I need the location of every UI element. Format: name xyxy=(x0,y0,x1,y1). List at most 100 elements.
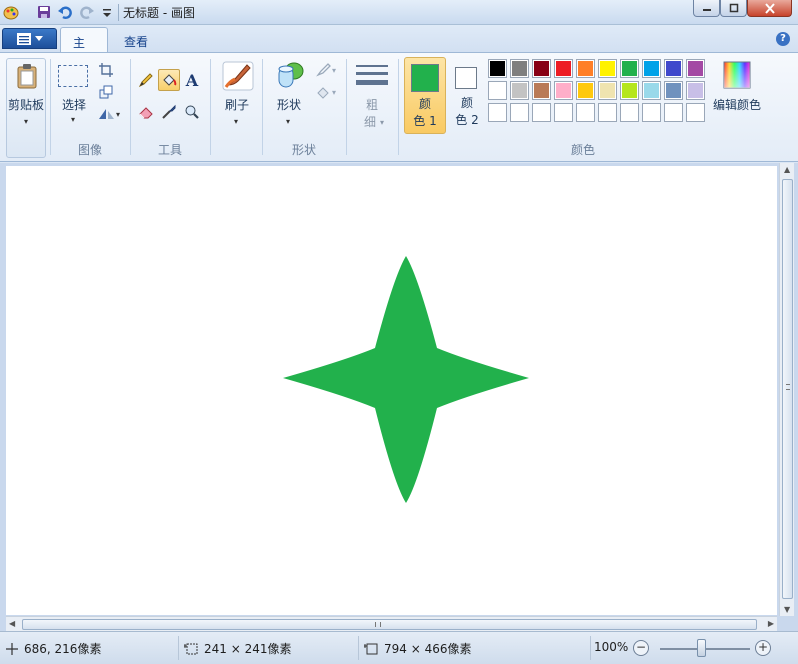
scroll-left-icon[interactable]: ◀ xyxy=(9,619,15,628)
palette-swatch[interactable] xyxy=(576,81,595,100)
crop-button[interactable] xyxy=(95,59,117,81)
swatch-color xyxy=(578,61,593,76)
status-bar: 686, 216像素 241 × 241像素 794 × 466像素 100% … xyxy=(0,631,798,664)
color2-button[interactable]: 颜 色 2 xyxy=(448,57,486,134)
minimize-icon xyxy=(702,9,711,11)
clipboard-group: 剪贴板 ▾ xyxy=(0,53,48,161)
image-size: 794 × 466像素 xyxy=(364,640,472,657)
palette-swatch[interactable] xyxy=(488,59,507,78)
rotate-button[interactable]: ▾ xyxy=(95,103,123,125)
scroll-right-icon[interactable]: ▶ xyxy=(768,619,774,628)
vertical-scroll-thumb[interactable] xyxy=(782,179,793,599)
customize-toolbar-icon[interactable] xyxy=(99,4,115,20)
menu-icon xyxy=(16,32,31,45)
select-label: 选择 xyxy=(61,98,86,112)
shapes-group-label: 形状 xyxy=(291,143,316,157)
paste-button[interactable]: 剪贴板 ▾ xyxy=(6,58,46,158)
paint-app-icon[interactable] xyxy=(3,4,19,20)
image-size-icon xyxy=(364,643,378,654)
drawing-canvas[interactable] xyxy=(6,166,777,615)
palette-swatch[interactable] xyxy=(576,103,595,122)
palette-swatch[interactable] xyxy=(576,59,595,78)
text-button[interactable]: A xyxy=(181,69,203,91)
paint-window: 无标题 - 画图 主页 查看 ? 剪贴板 xyxy=(0,0,798,664)
text-tool-icon: A xyxy=(185,70,199,90)
pencil-button[interactable] xyxy=(135,69,157,91)
swatch-color xyxy=(600,105,615,120)
palette-swatch[interactable] xyxy=(664,103,683,122)
zoom-out-button[interactable]: − xyxy=(633,640,649,656)
palette-swatch[interactable] xyxy=(554,103,573,122)
palette-swatch[interactable] xyxy=(686,59,705,78)
palette-swatch[interactable] xyxy=(598,103,617,122)
color-picker-button[interactable] xyxy=(158,101,180,123)
magnifier-button[interactable] xyxy=(181,101,203,123)
palette-swatch[interactable] xyxy=(554,81,573,100)
palette-swatch[interactable] xyxy=(620,59,639,78)
color1-label-line1: 颜 xyxy=(418,97,431,111)
shapes-button[interactable]: 形状 ▾ xyxy=(267,59,311,131)
image-size-text: 794 × 466像素 xyxy=(384,642,472,656)
cursor-position: 686, 216像素 xyxy=(6,640,101,657)
save-icon[interactable] xyxy=(36,4,52,20)
palette-swatch[interactable] xyxy=(642,59,661,78)
palette-swatch[interactable] xyxy=(620,103,639,122)
scroll-up-icon[interactable]: ▲ xyxy=(784,165,790,174)
palette-swatch[interactable] xyxy=(686,103,705,122)
palette-swatch[interactable] xyxy=(642,103,661,122)
palette-swatch[interactable] xyxy=(642,81,661,100)
scroll-down-icon[interactable]: ▼ xyxy=(784,605,790,614)
palette-swatch[interactable] xyxy=(488,81,507,100)
zoom-slider-thumb[interactable] xyxy=(697,639,706,657)
redo-icon[interactable] xyxy=(79,4,95,20)
shapes-icon xyxy=(278,62,304,88)
palette-swatch[interactable] xyxy=(488,103,507,122)
undo-icon[interactable] xyxy=(57,4,73,20)
palette-swatch[interactable] xyxy=(510,59,529,78)
palette-swatch[interactable] xyxy=(532,81,551,100)
close-button[interactable] xyxy=(747,0,792,17)
colors-group: 颜 色 1 颜 色 2 编辑颜色 颜色 xyxy=(399,53,767,161)
color1-button[interactable]: 颜 色 1 xyxy=(404,57,446,134)
zoom-in-button[interactable]: + xyxy=(755,640,771,656)
maximize-button[interactable] xyxy=(720,0,747,17)
palette-swatch[interactable] xyxy=(664,59,683,78)
tab-home[interactable]: 主页 xyxy=(60,27,108,67)
tab-view[interactable]: 查看 xyxy=(112,27,162,52)
fill-button[interactable] xyxy=(158,69,180,91)
swatch-color xyxy=(644,105,659,120)
resize-button[interactable] xyxy=(95,81,117,103)
brushes-dropdown-icon: ▾ xyxy=(234,117,239,126)
outline-button[interactable]: ▾ xyxy=(311,59,341,81)
palette-swatch[interactable] xyxy=(620,81,639,100)
pencil-icon xyxy=(138,73,153,88)
palette-swatch[interactable] xyxy=(664,81,683,100)
paint-menu-button[interactable] xyxy=(2,28,57,49)
minimize-button[interactable] xyxy=(693,0,720,17)
tools-group-label: 工具 xyxy=(157,143,182,157)
palette-swatch[interactable] xyxy=(532,103,551,122)
brushes-button[interactable]: 刷子 ▾ xyxy=(215,59,259,131)
help-icon[interactable]: ? xyxy=(776,32,790,46)
horizontal-scrollbar[interactable]: ◀ ▶ xyxy=(6,616,777,631)
window-title: 无标题 - 画图 xyxy=(123,6,195,20)
eraser-button[interactable] xyxy=(135,101,157,123)
vertical-scrollbar[interactable]: ▲ ▼ xyxy=(779,163,794,616)
select-button[interactable]: 选择 ▾ xyxy=(55,61,93,126)
color2-label-line1: 颜 xyxy=(460,96,473,110)
palette-swatch[interactable] xyxy=(510,81,529,100)
palette-swatch[interactable] xyxy=(598,81,617,100)
swatch-color xyxy=(490,83,505,98)
size-button[interactable]: 粗 细 ▾ xyxy=(352,59,392,131)
palette-swatch[interactable] xyxy=(510,103,529,122)
canvas-workspace: ▲ ▼ ◀ ▶ xyxy=(0,163,798,631)
edit-colors-button[interactable]: 编辑颜色 xyxy=(711,59,763,131)
horizontal-scroll-thumb[interactable] xyxy=(22,619,757,630)
palette-swatch[interactable] xyxy=(598,59,617,78)
palette-swatch[interactable] xyxy=(686,81,705,100)
swatch-color xyxy=(578,105,593,120)
swatch-color xyxy=(622,83,637,98)
shape-fill-button[interactable]: ▾ xyxy=(311,81,341,103)
palette-swatch[interactable] xyxy=(532,59,551,78)
palette-swatch[interactable] xyxy=(554,59,573,78)
